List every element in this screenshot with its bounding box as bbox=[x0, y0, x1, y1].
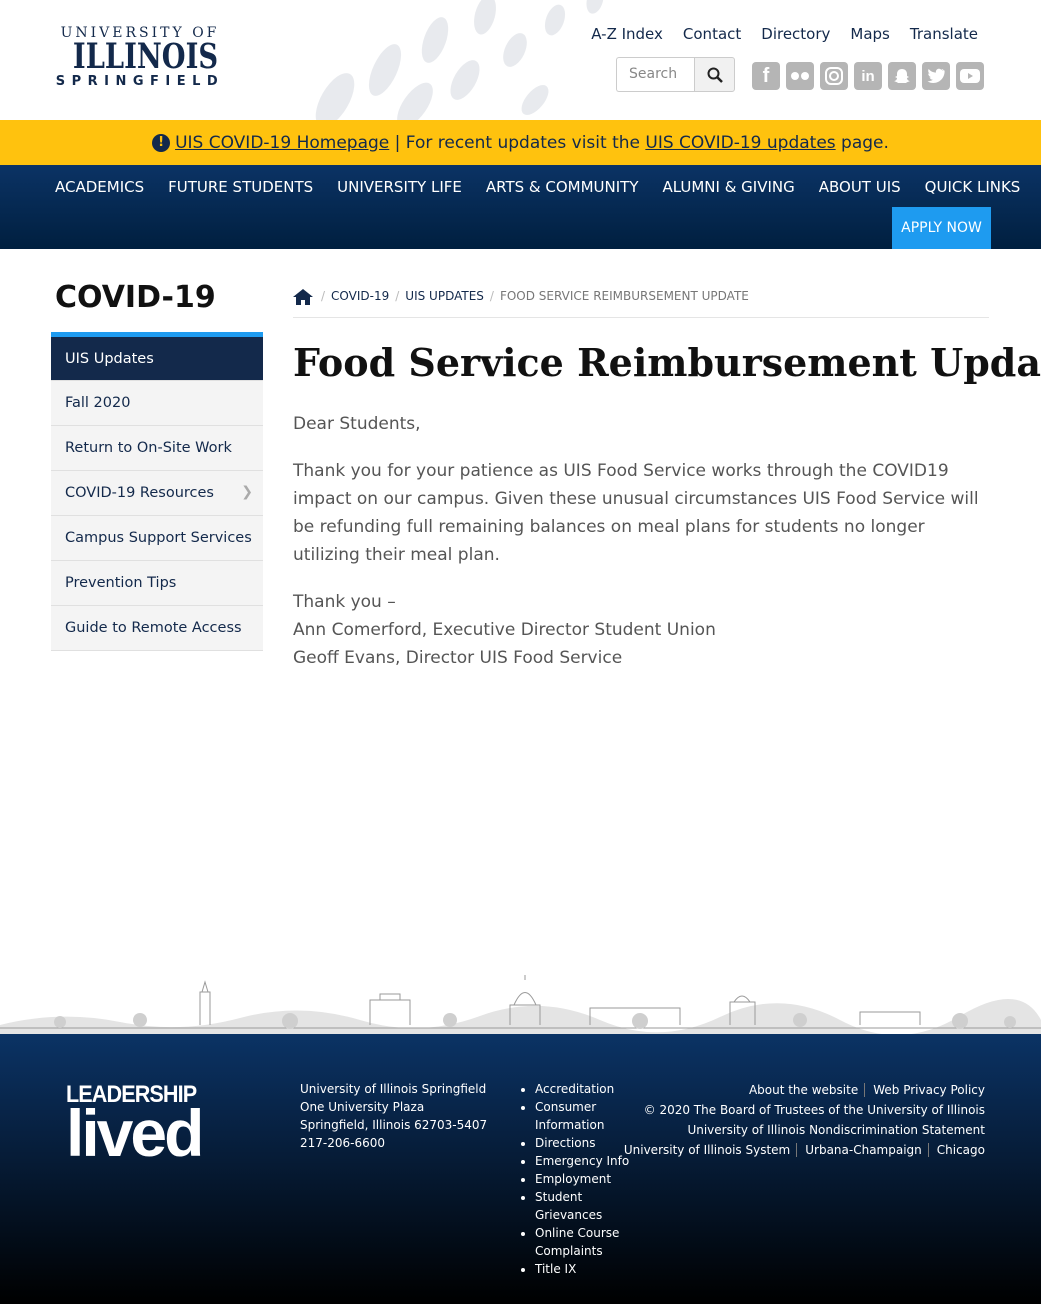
nav-item-future-students[interactable]: FUTURE STUDENTS bbox=[156, 165, 325, 209]
util-link-az-index[interactable]: A-Z Index bbox=[591, 25, 663, 43]
util-link-contact[interactable]: Contact bbox=[683, 25, 741, 43]
breadcrumb-separator: / bbox=[489, 289, 494, 303]
sidebar-item-return-to-onsite-work[interactable]: Return to On-Site Work bbox=[51, 426, 263, 471]
footer-link-ui-system[interactable]: University of Illinois System bbox=[624, 1143, 790, 1157]
breadcrumb-link-covid19[interactable]: COVID-19 bbox=[331, 289, 389, 303]
sidebar-item-uis-updates[interactable]: UIS Updates bbox=[51, 337, 263, 381]
nav-item-academics[interactable]: ACADEMICS bbox=[43, 165, 156, 209]
university-logo[interactable]: UNIVERSITY OF ILLINOIS SPRINGFIELD bbox=[54, 26, 226, 89]
footer-link-title-ix[interactable]: Title IX bbox=[535, 1260, 645, 1278]
footer-link-online-course-complaints[interactable]: Online Course Complaints bbox=[535, 1224, 645, 1260]
nav-item-arts-community[interactable]: ARTS & COMMUNITY bbox=[474, 165, 651, 209]
search-input[interactable]: Search bbox=[616, 57, 694, 92]
header-decoration bbox=[315, 0, 604, 120]
alert-text-end: page. bbox=[835, 132, 889, 153]
nav-item-about-uis[interactable]: ABOUT UIS bbox=[807, 165, 913, 209]
site-header: UNIVERSITY OF ILLINOIS SPRINGFIELD A-Z I… bbox=[0, 0, 1041, 120]
footer-link-chicago[interactable]: Chicago bbox=[927, 1143, 985, 1157]
home-icon[interactable] bbox=[293, 289, 313, 305]
breadcrumb-separator: / bbox=[395, 289, 400, 303]
breadcrumb-separator: / bbox=[321, 289, 326, 303]
util-link-maps[interactable]: Maps bbox=[850, 25, 889, 43]
apply-now-button[interactable]: APPLY NOW bbox=[892, 207, 991, 249]
footer-link-urbana-champaign[interactable]: Urbana-Champaign bbox=[796, 1143, 922, 1157]
covid-alert-bar: ! UIS COVID-19 Homepage | For recent upd… bbox=[0, 120, 1041, 165]
footer-link-student-grievances[interactable]: Student Grievances bbox=[535, 1188, 645, 1224]
exclamation-icon: ! bbox=[152, 133, 171, 152]
breadcrumb-link-uis-updates[interactable]: UIS UPDATES bbox=[405, 289, 484, 303]
alert-text: | For recent updates visit the bbox=[389, 132, 646, 153]
youtube-icon[interactable] bbox=[956, 62, 984, 90]
article-body: Dear Students, Thank you for your patien… bbox=[293, 410, 993, 672]
sidebar-item-prevention-tips[interactable]: Prevention Tips bbox=[51, 561, 263, 606]
sidebar-item-fall-2020[interactable]: Fall 2020 bbox=[51, 381, 263, 426]
salutation: Dear Students, bbox=[293, 414, 421, 434]
search-form: Search bbox=[616, 57, 735, 92]
closing: Thank you – bbox=[293, 592, 396, 612]
alert-link-covid-updates[interactable]: UIS COVID-19 updates bbox=[645, 133, 835, 153]
social-links: f in bbox=[752, 62, 984, 90]
sidebar-title: COVID-19 bbox=[55, 280, 216, 315]
sidebar-item-campus-support-services[interactable]: Campus Support Services bbox=[51, 516, 263, 561]
address-line: University of Illinois Springfield bbox=[300, 1082, 487, 1096]
util-link-directory[interactable]: Directory bbox=[761, 25, 830, 43]
nav-item-quick-links[interactable]: QUICK LINKS bbox=[913, 165, 1033, 209]
signer-2: Geoff Evans, Director UIS Food Service bbox=[293, 648, 623, 668]
main-nav: ACADEMICS FUTURE STUDENTS UNIVERSITY LIF… bbox=[0, 165, 1041, 249]
alert-link-covid-homepage[interactable]: UIS COVID-19 Homepage bbox=[175, 133, 389, 153]
sidebar-item-covid-resources[interactable]: COVID-19 Resources ❯ bbox=[51, 471, 263, 516]
footer-legal: About the website Web Privacy Policy © 20… bbox=[624, 1080, 985, 1160]
footer-address: University of Illinois Springfield One U… bbox=[300, 1080, 487, 1152]
logo-lived: lived bbox=[66, 1096, 204, 1170]
instagram-icon[interactable] bbox=[820, 62, 848, 90]
campus-skyline-illustration bbox=[0, 975, 1041, 1035]
leadership-lived-logo[interactable]: LEADERSHIP lived bbox=[66, 1081, 211, 1170]
copyright: © 2020 The Board of Trustees of the Univ… bbox=[643, 1103, 985, 1117]
address-line: One University Plaza bbox=[300, 1100, 425, 1114]
footer-link-nondiscrimination[interactable]: University of Illinois Nondiscrimination… bbox=[624, 1120, 985, 1140]
nav-item-alumni-giving[interactable]: ALUMNI & GIVING bbox=[650, 165, 806, 209]
site-footer: LEADERSHIP lived University of Illinois … bbox=[0, 1034, 1041, 1304]
address-line: Springfield, Illinois 62703-5407 bbox=[300, 1118, 488, 1132]
footer-link-employment[interactable]: Employment bbox=[535, 1170, 645, 1188]
body-paragraph: Thank you for your patience as UIS Food … bbox=[293, 461, 979, 565]
util-link-translate[interactable]: Translate bbox=[910, 25, 978, 43]
sidebar-item-guide-remote-access[interactable]: Guide to Remote Access bbox=[51, 606, 263, 651]
signer-1: Ann Comerford, Executive Director Studen… bbox=[293, 620, 716, 640]
page-title: Food Service Reimbursement Update bbox=[293, 340, 1041, 385]
twitter-icon[interactable] bbox=[922, 62, 950, 90]
utility-links: A-Z Index Contact Directory Maps Transla… bbox=[591, 25, 978, 43]
sidebar-nav: UIS Updates Fall 2020 Return to On-Site … bbox=[51, 332, 263, 651]
breadcrumb-current: FOOD SERVICE REIMBURSEMENT UPDATE bbox=[499, 289, 749, 303]
sidebar-item-label: COVID-19 Resources bbox=[65, 485, 214, 501]
search-button[interactable] bbox=[694, 57, 735, 92]
breadcrumb: / COVID-19 / UIS UPDATES / FOOD SERVICE … bbox=[293, 289, 989, 318]
linkedin-icon[interactable]: in bbox=[854, 62, 882, 90]
search-icon bbox=[707, 67, 723, 83]
chevron-right-icon[interactable]: ❯ bbox=[241, 484, 253, 500]
logo-leadership: LEADERSHIP bbox=[66, 1081, 197, 1108]
flickr-icon[interactable] bbox=[786, 62, 814, 90]
nav-item-university-life[interactable]: UNIVERSITY LIFE bbox=[325, 165, 474, 209]
snapchat-icon[interactable] bbox=[888, 62, 916, 90]
footer-link-about-website[interactable]: About the website bbox=[749, 1083, 858, 1097]
phone-number[interactable]: 217-206-6600 bbox=[300, 1134, 487, 1152]
logo-line-2: ILLINOIS bbox=[72, 36, 219, 77]
facebook-icon[interactable]: f bbox=[752, 62, 780, 90]
footer-link-privacy-policy[interactable]: Web Privacy Policy bbox=[864, 1083, 985, 1097]
